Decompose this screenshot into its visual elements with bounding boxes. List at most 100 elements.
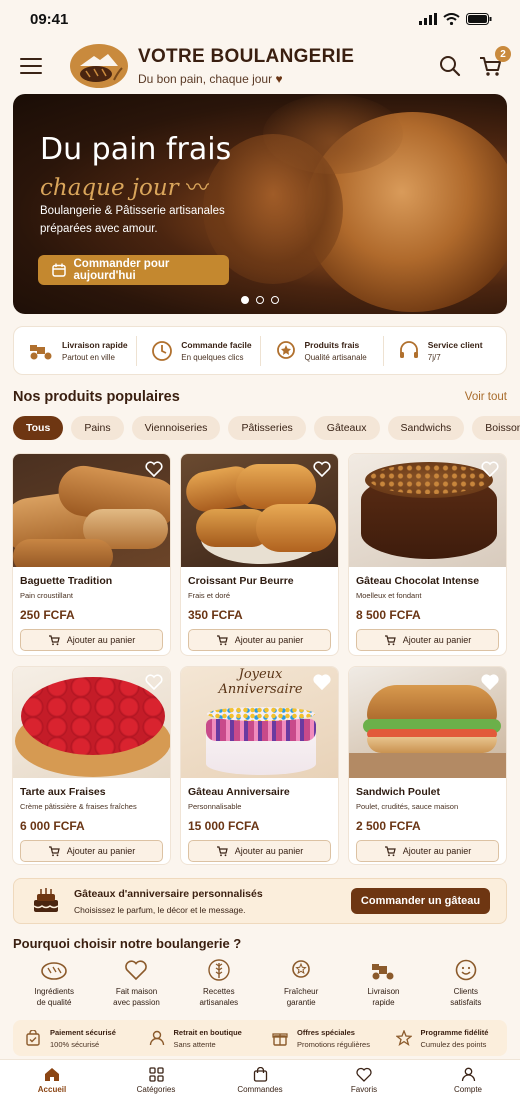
clock-icon bbox=[152, 340, 173, 361]
product-desc: Moelleux et fondant bbox=[356, 591, 422, 600]
product-price: 8 500 FCFA bbox=[356, 608, 421, 622]
why-title: Pourquoi choisir notre boulangerie ? bbox=[13, 936, 242, 951]
tab-compte[interactable]: Compte bbox=[416, 1060, 520, 1101]
tab-commandes[interactable]: Commandes bbox=[208, 1060, 312, 1101]
chip-boissons[interactable]: Boissons bbox=[472, 416, 520, 440]
tab-label: Commandes bbox=[237, 1085, 283, 1094]
product-card[interactable]: Baguette Tradition Pain croustillant 250… bbox=[12, 453, 171, 656]
feature-title: Service client bbox=[427, 339, 483, 350]
feature-title: Livraison rapide bbox=[62, 339, 128, 350]
heart-icon[interactable] bbox=[313, 674, 331, 690]
search-button[interactable] bbox=[438, 54, 462, 78]
cart-icon bbox=[216, 635, 228, 646]
cart-icon bbox=[384, 635, 396, 646]
add-to-cart-label: Ajouter au panier bbox=[234, 846, 304, 856]
bread-image-3 bbox=[263, 94, 403, 174]
chip-sandwichs[interactable]: Sandwichs bbox=[387, 416, 465, 440]
chip-gateaux[interactable]: Gâteaux bbox=[313, 416, 380, 440]
brand-subtitle: Du bon pain, chaque jour ♥ bbox=[138, 72, 354, 86]
product-card[interactable]: Tarte aux Fraises Crème pâtissière & fra… bbox=[12, 666, 171, 865]
quality-badge-icon bbox=[276, 340, 295, 359]
hero-title: Du pain frais bbox=[40, 132, 232, 167]
carousel-dot[interactable] bbox=[256, 296, 264, 304]
add-to-cart-button[interactable]: Ajouter au panier bbox=[188, 840, 331, 862]
bottom-tab-bar: Accueil Catégories Commandes Favoris Com… bbox=[0, 1059, 520, 1101]
heart-icon[interactable] bbox=[481, 461, 499, 477]
menu-icon[interactable] bbox=[20, 58, 42, 74]
heart-icon bbox=[125, 960, 148, 981]
header-actions: 2 bbox=[438, 46, 511, 78]
why-label-2: de qualité bbox=[36, 998, 72, 1007]
tab-favoris[interactable]: Favoris bbox=[312, 1060, 416, 1101]
carousel-dots bbox=[241, 296, 279, 304]
shopping-bag-icon bbox=[253, 1067, 267, 1082]
products-section-header: Nos produits populaires Voir tout bbox=[13, 389, 507, 405]
chip-tous[interactable]: Tous bbox=[13, 416, 64, 440]
product-desc: Pain croustillant bbox=[20, 591, 73, 600]
carousel-dot[interactable] bbox=[271, 296, 279, 304]
add-to-cart-button[interactable]: Ajouter au panier bbox=[20, 840, 163, 862]
promo-title: Gâteaux d'anniversaire personnalisés bbox=[74, 887, 263, 900]
product-desc: Poulet, crudités, sauce maison bbox=[356, 802, 459, 811]
trust-sub: Cumulez des points bbox=[420, 1039, 487, 1049]
product-card[interactable]: Sandwich Poulet Poulet, crudités, sauce … bbox=[348, 666, 507, 865]
battery-icon bbox=[466, 13, 492, 25]
heart-icon[interactable] bbox=[481, 674, 499, 690]
section-title: Nos produits populaires bbox=[13, 389, 180, 405]
shopping-bag-check-icon bbox=[26, 1030, 40, 1046]
product-desc: Crème pâtissière & fraises fraîches bbox=[20, 802, 137, 811]
add-to-cart-label: Ajouter au panier bbox=[66, 846, 136, 856]
product-name: Croissant Pur Beurre bbox=[188, 575, 294, 587]
why-item-freshness: Fraîcheur garantie bbox=[260, 959, 342, 1008]
chip-patisseries[interactable]: Pâtisseries bbox=[228, 416, 306, 440]
bakery-logo bbox=[70, 44, 128, 88]
scooter-icon bbox=[372, 964, 394, 980]
trust-bar: Paiement sécurisé 100% sécurisé Retrait e… bbox=[13, 1020, 507, 1056]
product-image-sandwich bbox=[349, 667, 506, 778]
status-bar: 09:41 bbox=[0, 0, 520, 38]
why-item-homemade: Fait maison avec passion bbox=[95, 959, 177, 1008]
heart-icon[interactable] bbox=[145, 461, 163, 477]
order-cake-button[interactable]: Commander un gâteau bbox=[351, 888, 490, 914]
product-price: 15 000 FCFA bbox=[188, 819, 260, 833]
cart-icon bbox=[216, 846, 228, 857]
product-card[interactable]: Gâteau Chocolat Intense Moelleux et fond… bbox=[348, 453, 507, 656]
product-name: Gâteau Chocolat Intense bbox=[356, 575, 480, 587]
hero-banner[interactable]: Du pain frais chaque jour 〰 Boulangerie … bbox=[13, 94, 507, 314]
product-card[interactable]: Joyeux Anniversaire Gâteau Anniversaire … bbox=[180, 666, 339, 865]
product-name: Tarte aux Fraises bbox=[20, 786, 106, 798]
feature-sub: Partout en ville bbox=[62, 352, 115, 362]
add-to-cart-button[interactable]: Ajouter au panier bbox=[20, 629, 163, 651]
add-to-cart-button[interactable]: Ajouter au panier bbox=[356, 840, 499, 862]
heart-icon[interactable] bbox=[145, 674, 163, 690]
feature-fresh: Produits frais Qualité artisanale bbox=[261, 335, 384, 366]
see-all-link[interactable]: Voir tout bbox=[465, 391, 507, 403]
why-label-1: Recettes bbox=[203, 987, 235, 996]
add-to-cart-label: Ajouter au panier bbox=[66, 635, 136, 645]
product-card[interactable]: Croissant Pur Beurre Frais et doré 350 F… bbox=[180, 453, 339, 656]
product-price: 2 500 FCFA bbox=[356, 819, 421, 833]
home-icon bbox=[45, 1068, 59, 1081]
tab-accueil[interactable]: Accueil bbox=[0, 1060, 104, 1101]
trust-sub: 100% sécurisé bbox=[50, 1039, 100, 1049]
brand-title: VOTRE BOULANGERIE bbox=[138, 46, 355, 67]
add-to-cart-button[interactable]: Ajouter au panier bbox=[356, 629, 499, 651]
carousel-dot[interactable] bbox=[241, 296, 249, 304]
birthday-cake-promo: Gâteaux d'anniversaire personnalisés Cho… bbox=[13, 878, 507, 924]
wheat-icon bbox=[208, 959, 230, 981]
add-to-cart-button[interactable]: Ajouter au panier bbox=[188, 629, 331, 651]
bread-icon bbox=[41, 962, 67, 980]
hero-order-button[interactable]: Commander pour aujourd'hui bbox=[38, 255, 229, 285]
trust-payment: Paiement sécurisé 100% sécurisé bbox=[13, 1028, 137, 1049]
cart-button[interactable]: 2 bbox=[478, 46, 511, 78]
promo-subtitle: Choisissez le parfum, le décor et le mes… bbox=[74, 904, 246, 915]
category-chips: Tous Pains Viennoiseries Pâtisseries Gât… bbox=[13, 416, 520, 440]
chip-viennoiseries[interactable]: Viennoiseries bbox=[131, 416, 221, 440]
trust-title: Paiement sécurisé bbox=[50, 1027, 116, 1037]
trust-sub: Promotions régulières bbox=[297, 1039, 370, 1049]
heart-icon[interactable] bbox=[313, 461, 331, 477]
chip-pains[interactable]: Pains bbox=[71, 416, 124, 440]
tab-categories[interactable]: Catégories bbox=[104, 1060, 208, 1101]
hero-script-text: chaque jour bbox=[40, 175, 179, 201]
trust-sub: Sans attente bbox=[173, 1039, 216, 1049]
